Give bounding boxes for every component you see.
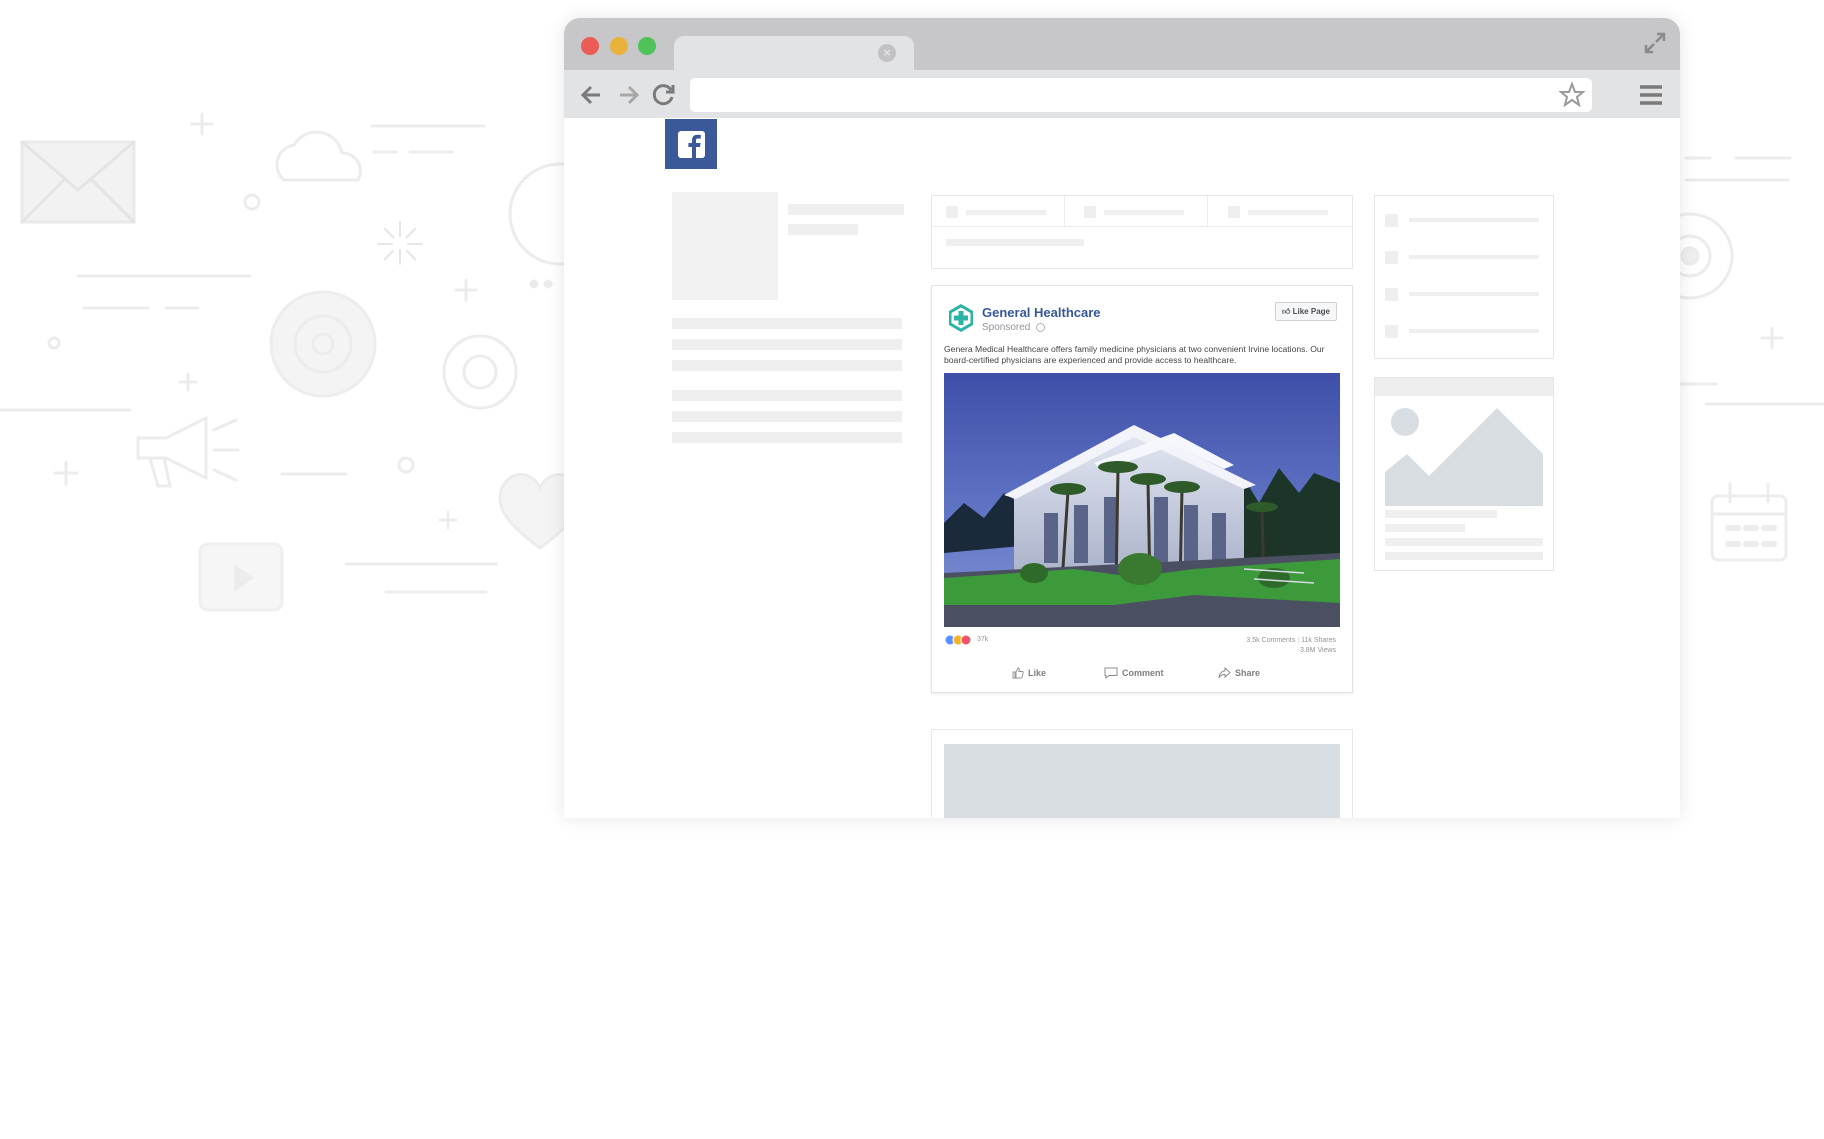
skeleton-line (672, 360, 902, 371)
sidebar-list-placeholder (1374, 195, 1554, 359)
bookmark-star-icon[interactable] (1558, 81, 1586, 109)
envelope-icon (20, 140, 136, 224)
skeleton-line (788, 224, 858, 235)
skeleton-line (672, 390, 902, 401)
views-count: 3.8M Views (1299, 647, 1336, 654)
web-page: General Healthcare Sponsored 👍︎ Like Pag… (564, 118, 1680, 818)
facebook-icon (678, 131, 705, 158)
browser-window: × General Healthcare Sponsored 👍︎ Like P… (564, 18, 1680, 818)
like-button[interactable]: Like (1012, 667, 1046, 679)
share-button[interactable]: Share (1218, 667, 1260, 679)
share-icon (1218, 667, 1231, 679)
post-placeholder (932, 730, 1352, 818)
like-icon (1012, 667, 1024, 679)
engagement-stats: 3.5k Comments | 11k Shares 3.8M Views (1246, 637, 1336, 654)
reactions-summary[interactable] (944, 633, 976, 647)
skeleton-line (672, 339, 902, 350)
sunburst-decoration (377, 221, 423, 265)
medical-cross-icon[interactable] (946, 303, 976, 333)
facebook-logo[interactable] (665, 119, 717, 169)
skeleton-line (788, 204, 904, 215)
back-icon[interactable] (578, 81, 606, 109)
globe-icon (1036, 322, 1046, 332)
disc-icon (269, 290, 377, 398)
comments-count[interactable]: 3.5k Comments (1246, 637, 1295, 644)
post-text: Genera Medical Healthcare offers family … (944, 344, 1325, 365)
shares-count[interactable]: 11k Shares (1301, 637, 1336, 644)
image-placeholder-icon (1385, 408, 1543, 506)
reactions-count[interactable]: 37k (977, 636, 988, 643)
reaction-icons (944, 634, 972, 646)
clinic-building-image[interactable] (944, 373, 1340, 627)
close-window-button[interactable] (581, 37, 599, 55)
comment-label: Comment (1122, 668, 1164, 678)
maximize-window-button[interactable] (638, 37, 656, 55)
skeleton-line (672, 432, 902, 443)
thumbs-up-icon: 👍︎ (1282, 307, 1291, 316)
sponsored-text: Sponsored (982, 322, 1031, 333)
image-placeholder (944, 744, 1340, 818)
comment-button[interactable]: Comment (1104, 667, 1164, 679)
like-page-button[interactable]: 👍︎ Like Page (1275, 302, 1337, 321)
sponsored-post: General Healthcare Sponsored 👍︎ Like Pag… (932, 286, 1352, 692)
reload-icon[interactable] (650, 81, 678, 109)
browser-chrome: × (564, 18, 1680, 118)
forward-icon[interactable] (614, 81, 642, 109)
like-label: Like (1028, 668, 1047, 678)
gear-icon (442, 334, 518, 410)
comment-icon (1104, 667, 1118, 679)
minimize-window-button[interactable] (610, 37, 628, 55)
skeleton-line (672, 318, 902, 329)
sidebar-ad-placeholder (1374, 377, 1554, 571)
share-label: Share (1235, 668, 1261, 678)
menu-icon[interactable] (1638, 84, 1664, 106)
address-bar[interactable] (690, 78, 1592, 112)
composer-placeholder (931, 195, 1353, 269)
cloud-icon (275, 130, 362, 182)
page-name-link[interactable]: General Healthcare (982, 305, 1101, 320)
profile-placeholder (672, 192, 778, 300)
megaphone-icon (136, 415, 240, 488)
sponsored-label: Sponsored (982, 322, 1046, 333)
fullscreen-icon[interactable] (1642, 30, 1668, 56)
browser-tab[interactable]: × (674, 36, 914, 70)
tab-close-icon[interactable]: × (878, 44, 896, 62)
skeleton-line (672, 411, 902, 422)
like-page-label: Like Page (1292, 307, 1330, 316)
post-actions: Like Comment Share (932, 667, 1352, 685)
